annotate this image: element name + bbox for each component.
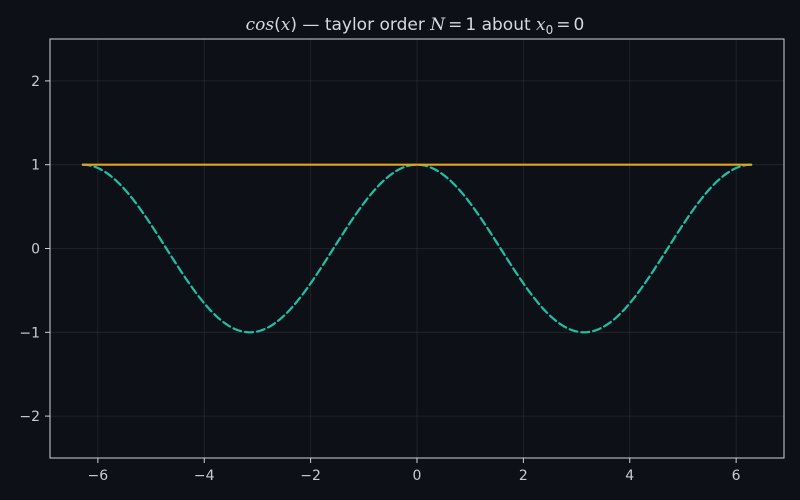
- title-text-mid: taylor order: [325, 15, 425, 35]
- y-tick-label: 0: [31, 242, 40, 258]
- title-dash: —: [302, 15, 319, 35]
- x-tick-label: −4: [194, 468, 215, 484]
- x-tick-label: −6: [88, 468, 109, 484]
- title-close-paren: ): [290, 15, 302, 35]
- title-x0-sub: 0: [546, 23, 554, 37]
- title-eq-2: =: [556, 15, 570, 35]
- title-x0-value: 0: [574, 15, 585, 35]
- chart-background: [0, 0, 800, 500]
- chart-canvas: cos(x) — taylor order N = 1 about x0 = 0 −6−…: [0, 0, 800, 500]
- title-var: x: [281, 15, 291, 35]
- x-tick-label: 2: [519, 468, 528, 484]
- title-func: cos: [246, 15, 275, 35]
- y-tick-label: −2: [19, 409, 40, 425]
- y-tick-label: −1: [19, 325, 40, 341]
- title-eq-1: =: [448, 15, 462, 35]
- chart-title: cos(x) — taylor order N = 1 about x0 = 0: [246, 15, 585, 37]
- x-tick-label: 4: [625, 468, 634, 484]
- y-tick-label: 1: [31, 158, 40, 174]
- x-tick-label: 6: [732, 468, 741, 484]
- x-tick-label: 0: [413, 468, 422, 484]
- x-tick-label: −2: [300, 468, 321, 484]
- y-tick-label: 2: [31, 74, 40, 90]
- title-about: about: [482, 15, 531, 35]
- title-x0-base: x: [536, 15, 546, 35]
- title-open-paren: (: [274, 15, 281, 35]
- title-n-symbol: N: [429, 15, 446, 35]
- title-n-value: 1: [465, 15, 476, 35]
